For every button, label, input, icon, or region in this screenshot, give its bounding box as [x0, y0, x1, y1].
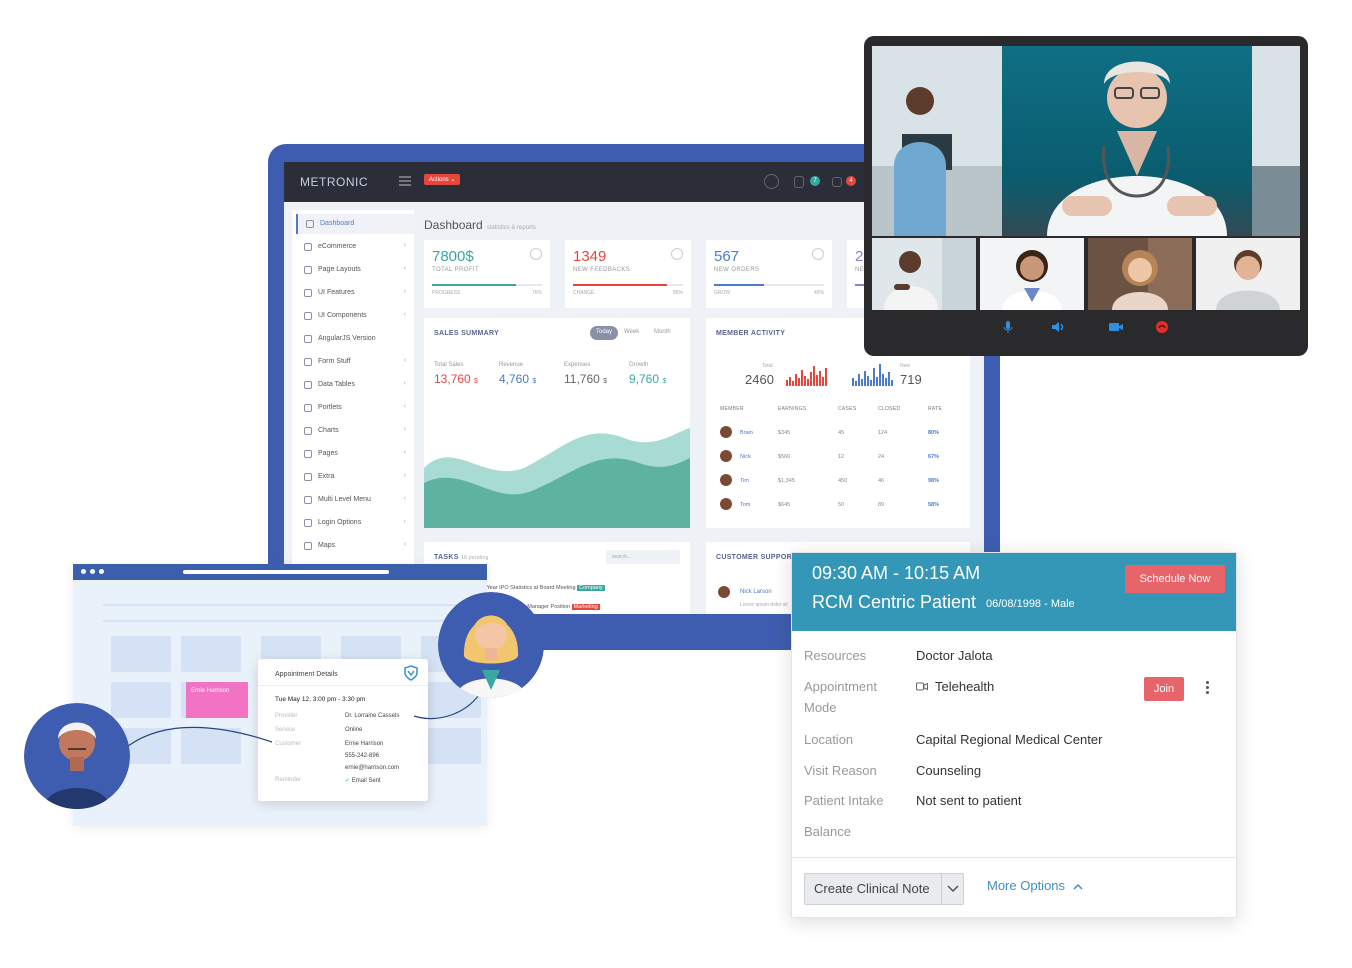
appointment-time: 09:30 AM - 10:15 AM	[812, 563, 981, 583]
chevron-down-icon[interactable]	[947, 885, 959, 893]
resources-label: Resources	[804, 648, 867, 663]
appointment-mode-label: Appointment Mode	[804, 679, 877, 715]
visit-reason-label: Visit Reason	[804, 763, 877, 778]
video-camera-icon	[916, 682, 928, 691]
appointment-mode-value: Telehealth	[935, 679, 995, 694]
patient-name[interactable]: RCM Centric Patient	[812, 592, 976, 613]
appointment-card: 09:30 AM - 10:15 AM RCM Centric Patient …	[791, 552, 1237, 918]
location-value: Capital Regional Medical Center	[916, 732, 1103, 747]
split-divider	[941, 874, 942, 904]
balance-label: Balance	[804, 824, 851, 839]
patient-intake-label: Patient Intake	[804, 793, 884, 808]
chevron-up-icon	[1073, 884, 1083, 890]
divider	[792, 857, 1236, 858]
visit-reason-value: Counseling	[916, 763, 982, 778]
schedule-now-button[interactable]: Schedule Now	[1125, 565, 1225, 593]
patient-dob: 06/08/1998 - Male	[986, 598, 1075, 610]
create-clinical-note-button[interactable]: Create Clinical Note	[804, 873, 964, 905]
more-menu-icon[interactable]	[1206, 681, 1210, 695]
patient-avatar	[24, 703, 130, 809]
more-options-link[interactable]: More Options	[987, 878, 1083, 893]
location-label: Location	[804, 732, 854, 747]
resources-value: Doctor Jalota	[916, 648, 993, 663]
patient-intake-value: Not sent to patient	[916, 793, 1022, 808]
connector-line	[127, 726, 273, 747]
join-button[interactable]: Join	[1144, 677, 1184, 701]
create-clinical-note-label: Create Clinical Note	[814, 881, 930, 896]
doctor-avatar	[438, 592, 544, 698]
appointment-header: 09:30 AM - 10:15 AM RCM Centric Patient …	[792, 553, 1236, 631]
